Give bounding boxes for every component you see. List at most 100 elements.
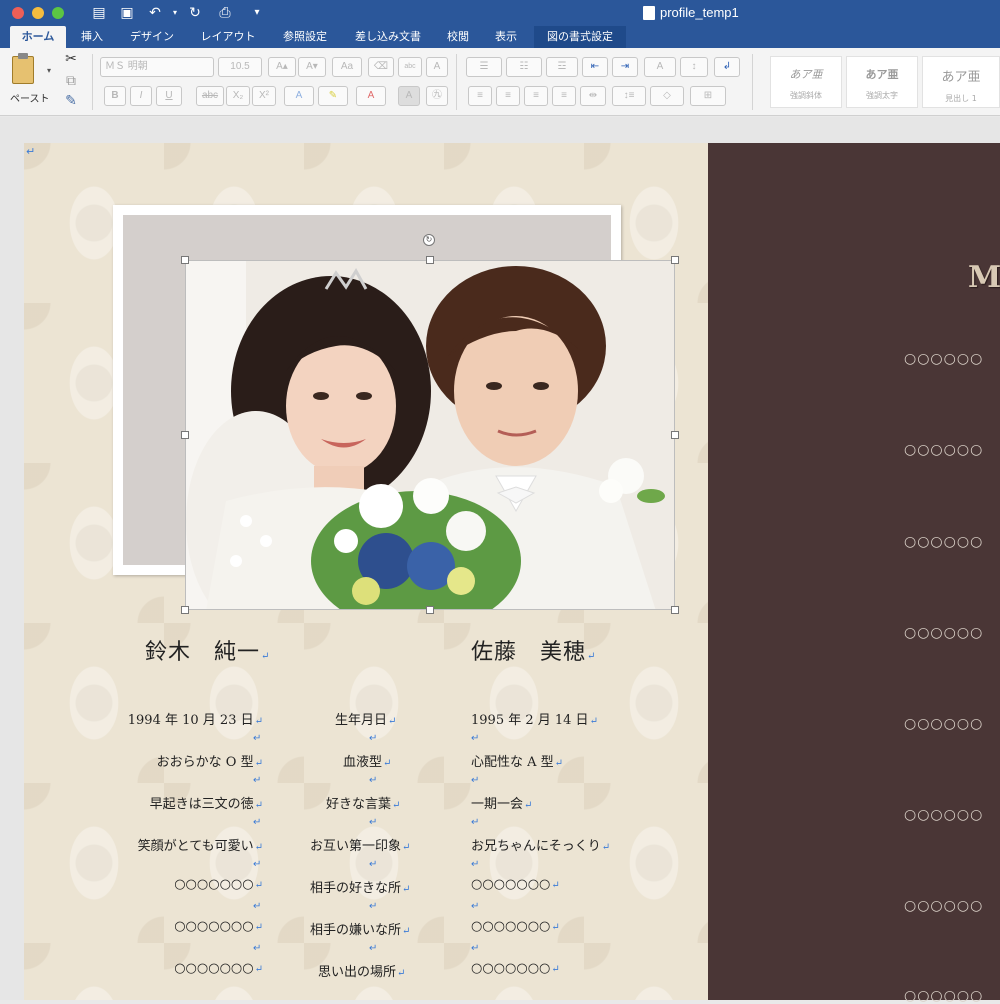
minimize-window-button[interactable] <box>32 7 44 19</box>
customize-toolbar-icon[interactable]: ▾ <box>248 4 266 22</box>
save-icon[interactable]: ▣ <box>118 4 136 22</box>
resize-handle-sw[interactable] <box>181 606 189 614</box>
increase-indent-button[interactable]: ⇥ <box>612 57 638 77</box>
underline-button[interactable]: U <box>156 86 182 106</box>
tab-home[interactable]: ホーム <box>10 26 66 48</box>
font-name-select[interactable]: ＭＳ 明朝 <box>100 57 214 77</box>
paste-label: ペースト <box>10 94 50 105</box>
undo-dropdown-icon[interactable]: ▾ <box>166 4 184 22</box>
paragraph-mark: ↵ <box>471 775 480 786</box>
justify-button[interactable]: ≡ <box>552 86 576 106</box>
tab-review[interactable]: 校閲 <box>440 26 476 48</box>
strikethrough-button[interactable]: abc <box>196 86 224 106</box>
cut-icon[interactable]: ✂ <box>62 50 80 68</box>
bride-name: 佐藤 美穂↵ <box>471 634 596 666</box>
close-window-button[interactable] <box>12 7 24 19</box>
show-formatting-button[interactable]: ↲ <box>714 57 740 77</box>
resize-handle-w[interactable] <box>181 431 189 439</box>
clear-formatting-button[interactable]: ⌫ <box>368 57 394 77</box>
tab-design[interactable]: デザイン <box>122 26 182 48</box>
style-heading-1[interactable]: あア亜 見出し 1 <box>922 56 1000 108</box>
resize-handle-nw[interactable] <box>181 256 189 264</box>
resize-handle-ne[interactable] <box>671 256 679 264</box>
decrease-indent-button[interactable]: ⇤ <box>582 57 608 77</box>
paragraph-mark: ↵ <box>471 943 480 954</box>
undo-icon[interactable]: ↶ <box>146 4 164 22</box>
tab-picture-format[interactable]: 図の書式設定 <box>534 26 626 48</box>
paste-icon[interactable] <box>12 53 34 84</box>
paragraph-mark: ↵ <box>402 926 411 937</box>
highlight-button[interactable]: ✎ <box>318 86 348 106</box>
character-shading-button[interactable]: A <box>398 86 420 106</box>
redo-icon[interactable]: ↻ <box>186 4 204 22</box>
groom-blood-type: おおらかな O 型↵ <box>157 751 263 770</box>
bullets-button[interactable]: ☰ <box>466 57 502 77</box>
tab-view[interactable]: 表示 <box>486 26 526 48</box>
italic-button[interactable]: I <box>130 86 152 106</box>
zoom-window-button[interactable] <box>52 7 64 19</box>
bold-button[interactable]: B <box>104 86 126 106</box>
wedding-photo[interactable] <box>185 260 675 610</box>
paragraph-mark: ↵ <box>397 968 406 979</box>
label-favorite-words: 好きな言葉↵ <box>326 793 400 812</box>
paragraph-mark: ↵ <box>551 922 560 933</box>
groom-first-impression-text: 笑顔がとても可愛い <box>137 839 254 854</box>
groom-birthday-text: 1994 年 10 月 23 日 <box>127 713 254 728</box>
character-border-button[interactable]: A <box>426 57 448 77</box>
paste-dropdown-icon[interactable]: ▾ <box>40 62 58 80</box>
paragraph-mark: ↵ <box>261 651 271 662</box>
resize-handle-s[interactable] <box>426 606 434 614</box>
sort-button[interactable]: ↕ <box>680 57 708 77</box>
text-effects-button[interactable]: A <box>284 86 314 106</box>
borders-button[interactable]: ⊞ <box>690 86 726 106</box>
asian-layout-button[interactable]: A <box>644 57 676 77</box>
title-bar: ▤ ▣ ↶ ▾ ↻ ⎙ ▾ profile_temp1 <box>0 0 1000 26</box>
shading-button[interactable]: ◇ <box>650 86 684 106</box>
rotate-handle-icon[interactable]: ↻ <box>423 234 435 246</box>
numbering-button[interactable]: ☷ <box>506 57 542 77</box>
bride-dislikes-text: ○○○○○○○ <box>471 919 551 934</box>
right-page-line: ○○○○○○ <box>904 807 984 823</box>
tab-insert[interactable]: 挿入 <box>72 26 112 48</box>
label-first-impression: お互い第一印象↵ <box>310 835 410 854</box>
font-color-button[interactable]: A <box>356 86 386 106</box>
bride-dislikes: ○○○○○○○↵ <box>471 919 560 934</box>
resize-handle-se[interactable] <box>671 606 679 614</box>
phonetic-guide-button[interactable]: abc <box>398 57 422 77</box>
resize-handle-n[interactable] <box>426 256 434 264</box>
enclose-characters-button[interactable]: ㊈ <box>426 86 448 106</box>
shrink-font-button[interactable]: A▾ <box>298 57 326 77</box>
style-emphasis-italic[interactable]: あア亜 強調斜体 <box>770 56 842 108</box>
groom-dislikes-text: ○○○○○○○ <box>174 919 254 934</box>
subscript-button[interactable]: X₂ <box>226 86 250 106</box>
tab-references[interactable]: 参照設定 <box>274 26 336 48</box>
paragraph-mark: ↵ <box>388 716 397 727</box>
distributed-button[interactable]: ⇹ <box>580 86 606 106</box>
tab-mailings[interactable]: 差し込み文書 <box>346 26 430 48</box>
format-painter-icon[interactable]: ✎ <box>62 92 80 110</box>
bride-memory-place-text: ○○○○○○○ <box>471 961 551 976</box>
align-right-button[interactable]: ≡ <box>524 86 548 106</box>
paragraph-mark: ↵ <box>402 884 411 895</box>
paragraph-mark: ↵ <box>369 901 378 912</box>
align-left-button[interactable]: ≡ <box>468 86 492 106</box>
change-case-button[interactable]: Aa <box>332 57 362 77</box>
label-memory-place: 思い出の場所↵ <box>318 961 405 980</box>
line-spacing-button[interactable]: ↕≡ <box>612 86 646 106</box>
print-icon[interactable]: ⎙ <box>216 4 234 22</box>
align-center-button[interactable]: ≡ <box>496 86 520 106</box>
sidebar-icon[interactable]: ▤ <box>90 4 108 22</box>
resize-handle-e[interactable] <box>671 431 679 439</box>
paragraph-mark: ↵ <box>383 758 392 769</box>
document-icon <box>643 6 655 20</box>
multilevel-list-button[interactable]: ☲ <box>546 57 578 77</box>
grow-font-button[interactable]: A▴ <box>268 57 296 77</box>
tab-layout[interactable]: レイアウト <box>192 26 264 48</box>
superscript-button[interactable]: X² <box>252 86 276 106</box>
bride-likes-text: ○○○○○○○ <box>471 877 551 892</box>
paragraph-mark: ↵ <box>254 964 263 975</box>
page-right-panel[interactable] <box>708 143 1000 1000</box>
copy-icon[interactable]: ⧉ <box>62 72 80 90</box>
font-size-select[interactable]: 10.5 <box>218 57 262 77</box>
style-emphasis-bold[interactable]: あア亜 強調太字 <box>846 56 918 108</box>
